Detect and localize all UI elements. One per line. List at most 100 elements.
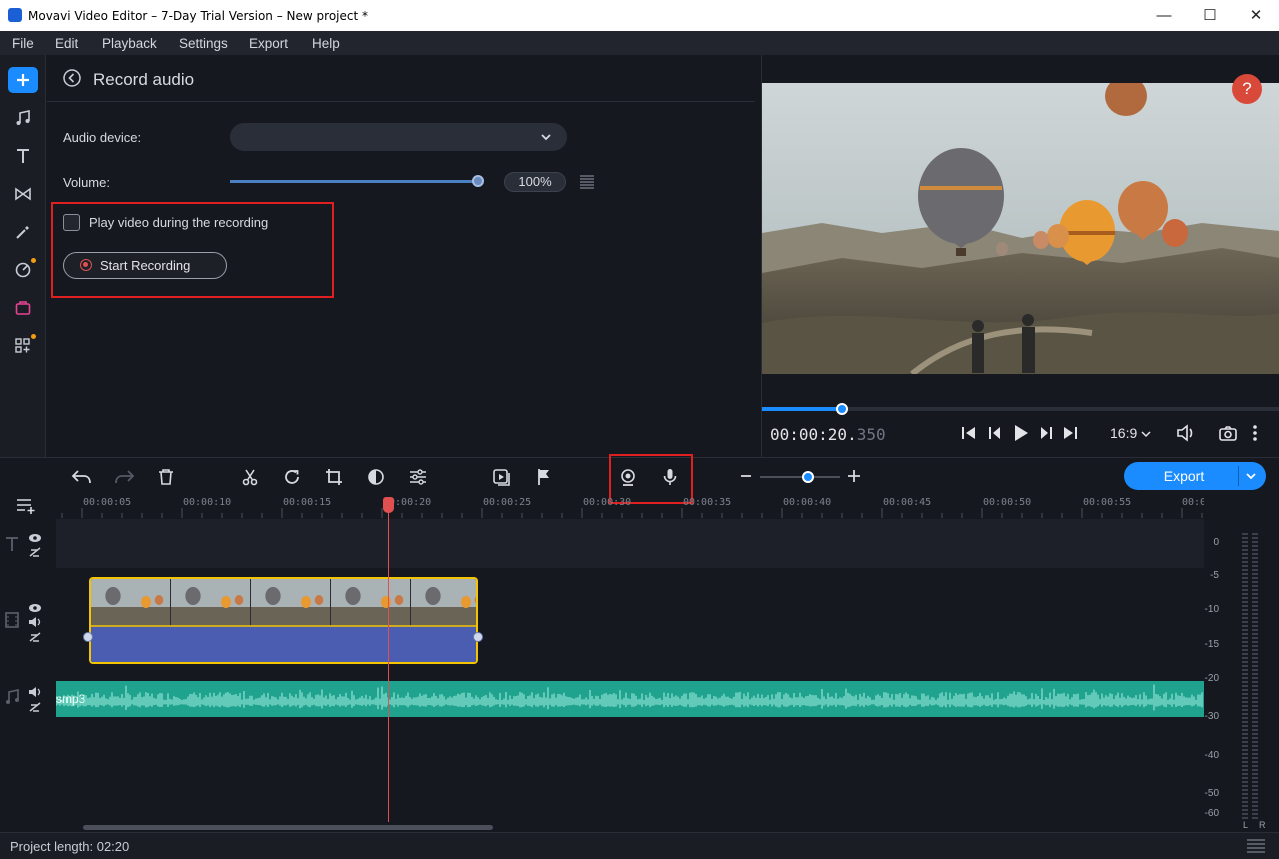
previous-frame-icon xyxy=(989,427,1000,439)
audio-device-label: Audio device: xyxy=(63,130,142,145)
chevron-down-icon xyxy=(541,134,551,141)
more-options-button[interactable] xyxy=(1252,424,1258,447)
thumbnail-balloon xyxy=(220,596,232,608)
lock-icon[interactable] xyxy=(28,545,42,563)
clip-right-handle[interactable] xyxy=(473,632,483,642)
add-marker-button[interactable] xyxy=(531,466,557,488)
play-button[interactable] xyxy=(1012,423,1030,448)
audio-waveform xyxy=(55,684,1203,711)
export-button[interactable]: Export xyxy=(1124,462,1266,490)
titles-tool-button[interactable] xyxy=(9,142,37,170)
timeline-scrollbar[interactable] xyxy=(56,822,1204,832)
chevron-down-icon[interactable] xyxy=(1245,471,1257,481)
volume-slider-fill xyxy=(230,180,478,183)
lock-icon[interactable] xyxy=(28,630,42,648)
text-icon xyxy=(17,149,29,163)
meter-segment xyxy=(1252,721,1258,723)
meter-segment xyxy=(1252,693,1258,695)
volume-value[interactable]: 100% xyxy=(504,172,566,192)
title-track-lane[interactable] xyxy=(56,519,1204,568)
menu-playback[interactable]: Playback xyxy=(102,36,157,51)
menu-settings[interactable]: Settings xyxy=(179,36,228,51)
volume-button[interactable] xyxy=(1176,423,1198,448)
meter-segment xyxy=(1242,785,1248,787)
rotate-button[interactable] xyxy=(279,466,305,488)
meter-toggle-icon[interactable] xyxy=(1246,838,1266,856)
meter-segment xyxy=(1242,609,1248,611)
transitions-tool-button[interactable] xyxy=(9,180,37,208)
overlay-button[interactable] xyxy=(489,466,515,488)
meter-segment xyxy=(1242,753,1248,755)
previous-frame-button[interactable] xyxy=(986,425,1004,446)
notification-dot xyxy=(31,258,36,263)
minimize-button[interactable]: — xyxy=(1141,0,1187,31)
crop-button[interactable] xyxy=(321,466,347,488)
meter-segment xyxy=(1252,809,1258,811)
meter-segment xyxy=(1242,641,1248,643)
meter-segment xyxy=(1252,737,1258,739)
audio-device-select[interactable] xyxy=(230,123,567,151)
maximize-button[interactable]: ☐ xyxy=(1187,0,1233,31)
clip-properties-button[interactable] xyxy=(405,466,431,488)
clip-thumbnail-ground xyxy=(331,607,410,626)
redo-button[interactable] xyxy=(111,466,137,488)
volume-slider[interactable] xyxy=(230,180,478,183)
meter-segment xyxy=(1252,589,1258,591)
menu-help[interactable]: Help xyxy=(312,36,340,51)
effects-tool-button[interactable] xyxy=(9,218,37,246)
menu-export[interactable]: Export xyxy=(249,36,288,51)
scrollbar-thumb[interactable] xyxy=(83,825,493,830)
skip-start-button[interactable] xyxy=(960,425,978,446)
meter-segment xyxy=(1252,689,1258,691)
store-tool-button[interactable] xyxy=(9,294,37,322)
video-preview-image xyxy=(762,83,1279,374)
transitions-icon xyxy=(15,187,31,201)
music-tool-button[interactable] xyxy=(9,104,37,132)
volume-slider-handle[interactable] xyxy=(472,175,484,187)
preview-progress-handle[interactable] xyxy=(836,403,849,415)
meter-segment xyxy=(1252,673,1258,675)
audio-clip[interactable]: smp3 xyxy=(55,681,1204,717)
menu-edit[interactable]: Edit xyxy=(55,36,78,51)
skip-end-button[interactable] xyxy=(1061,425,1079,446)
meter-channel-left: L xyxy=(1243,820,1249,830)
menu-file[interactable]: File xyxy=(12,36,34,51)
add-files-button[interactable] xyxy=(8,67,38,93)
meter-segment xyxy=(1242,805,1248,807)
zoom-out-button[interactable] xyxy=(739,466,753,491)
back-button[interactable] xyxy=(62,68,82,88)
lock-icon[interactable] xyxy=(28,700,42,718)
snapshot-button[interactable] xyxy=(1218,424,1238,447)
zoom-slider-handle[interactable] xyxy=(802,471,814,483)
color-adjust-button[interactable] xyxy=(363,466,389,488)
clip-left-handle[interactable] xyxy=(83,632,93,642)
split-button[interactable] xyxy=(237,466,263,488)
undo-button[interactable] xyxy=(69,466,95,488)
title-track-icon xyxy=(4,535,20,558)
rotate-icon xyxy=(285,470,299,484)
add-track-button[interactable] xyxy=(16,496,40,519)
minus-icon xyxy=(741,475,751,477)
play-icon xyxy=(1015,425,1028,441)
aspect-ratio-select[interactable]: 16:9 xyxy=(1110,425,1151,441)
thumbnail-balloon xyxy=(300,596,312,608)
zoom-slider[interactable] xyxy=(760,476,840,478)
more-tools-button[interactable] xyxy=(9,332,37,360)
help-button[interactable]: ? xyxy=(1232,74,1262,104)
meter-segment xyxy=(1252,725,1258,727)
meter-segment xyxy=(1252,593,1258,595)
meter-segment xyxy=(1252,637,1258,639)
filters-tool-button[interactable] xyxy=(9,256,37,284)
delete-button[interactable] xyxy=(153,466,179,488)
close-button[interactable]: ✕ xyxy=(1233,0,1279,31)
zoom-in-button[interactable] xyxy=(846,466,862,491)
meter-segment xyxy=(1252,789,1258,791)
meter-segment xyxy=(1242,777,1248,779)
video-clip[interactable] xyxy=(89,577,478,664)
meter-segment xyxy=(1252,565,1258,567)
meter-segment xyxy=(1242,685,1248,687)
next-frame-button[interactable] xyxy=(1037,425,1055,446)
playhead-handle[interactable] xyxy=(383,497,394,513)
current-time: 00:00:20.350 xyxy=(770,425,886,444)
meter-segment xyxy=(1252,629,1258,631)
